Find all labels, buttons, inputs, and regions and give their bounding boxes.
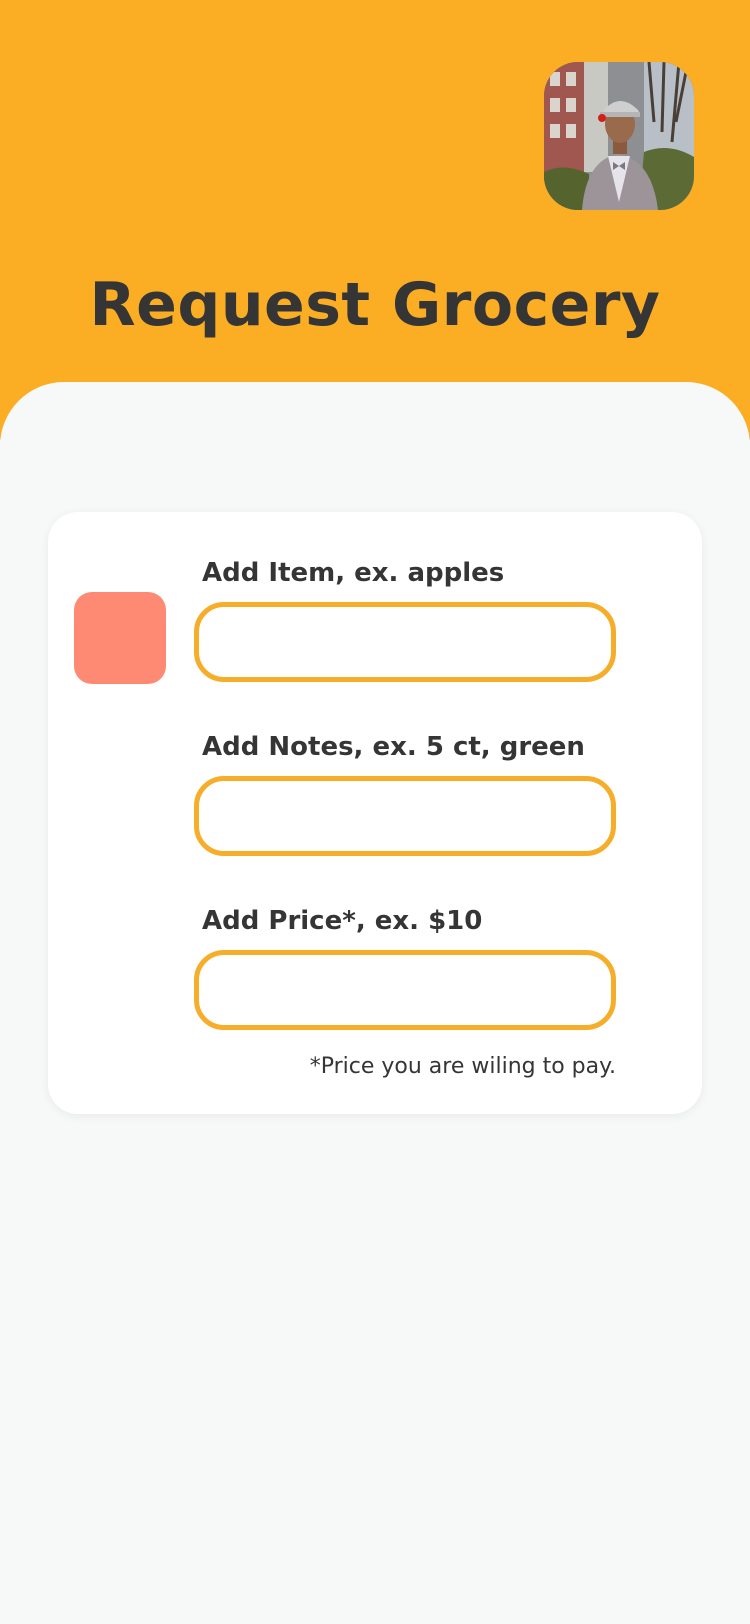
profile-photo-icon: [544, 62, 694, 210]
price-input[interactable]: [194, 950, 616, 1030]
item-label: Add Item, ex. apples: [202, 558, 505, 588]
price-footnote: *Price you are wiling to pay.: [309, 1054, 616, 1079]
notes-input[interactable]: [194, 776, 616, 856]
item-color-swatch[interactable]: [74, 592, 166, 684]
page-title: Request Grocery: [89, 270, 661, 340]
request-grocery-screen: Request Grocery Add Item, ex. apples Add…: [0, 0, 750, 1624]
price-label: Add Price*, ex. $10: [202, 906, 483, 936]
avatar[interactable]: [544, 62, 694, 210]
notes-label: Add Notes, ex. 5 ct, green: [202, 732, 585, 762]
item-input[interactable]: [194, 602, 616, 682]
